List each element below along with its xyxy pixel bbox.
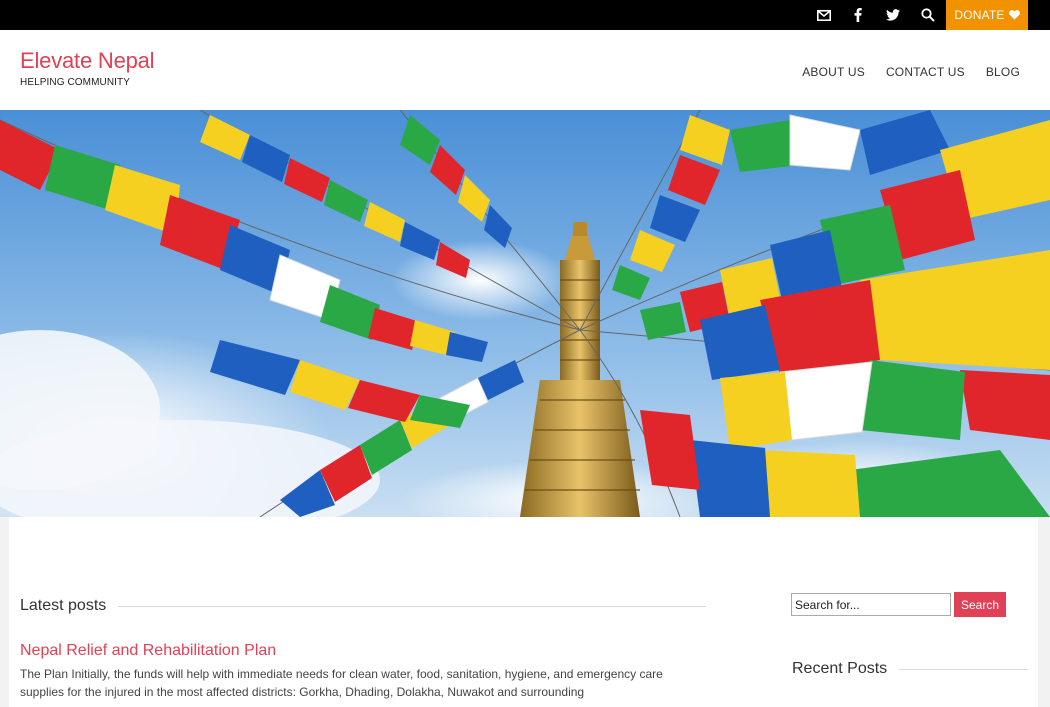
sidebar-search-button[interactable]: Search [954, 592, 1006, 617]
heading-divider [118, 605, 706, 607]
heart-icon [1008, 10, 1020, 20]
donate-button[interactable]: DONATE [946, 0, 1028, 30]
post-title-link[interactable]: Nepal Relief and Rehabilitation Plan [20, 642, 276, 660]
site-header: Elevate Nepal HELPING COMMUNITY ABOUT US… [0, 30, 1050, 110]
nav-item-about-us[interactable]: ABOUT US [802, 65, 865, 79]
recent-posts-heading: Recent Posts [792, 660, 1028, 678]
latest-posts-heading: Latest posts [20, 597, 706, 615]
main-content: Latest posts Nepal Relief and Rehabilita… [9, 517, 1038, 707]
facebook-icon[interactable] [850, 0, 866, 30]
donate-label: DONATE [954, 8, 1005, 22]
nav-item-contact-us[interactable]: CONTACT US [886, 65, 965, 79]
recent-posts-title: Recent Posts [792, 660, 888, 677]
sidebar-search-input[interactable] [791, 593, 951, 616]
hero-image [0, 110, 1050, 517]
post-excerpt: The Plan Initially, the funds will help … [20, 667, 663, 699]
mail-icon[interactable] [814, 0, 834, 30]
site-tagline: HELPING COMMUNITY [20, 77, 131, 88]
top-bar: DONATE [0, 0, 1050, 30]
main-nav: ABOUT US CONTACT US BLOG [802, 65, 1020, 79]
twitter-icon[interactable] [884, 0, 902, 30]
search-icon[interactable] [918, 0, 938, 30]
nav-item-blog[interactable]: BLOG [986, 65, 1020, 79]
site-title[interactable]: Elevate Nepal [20, 48, 155, 74]
latest-posts-title: Latest posts [20, 597, 107, 614]
heading-divider [899, 668, 1028, 670]
